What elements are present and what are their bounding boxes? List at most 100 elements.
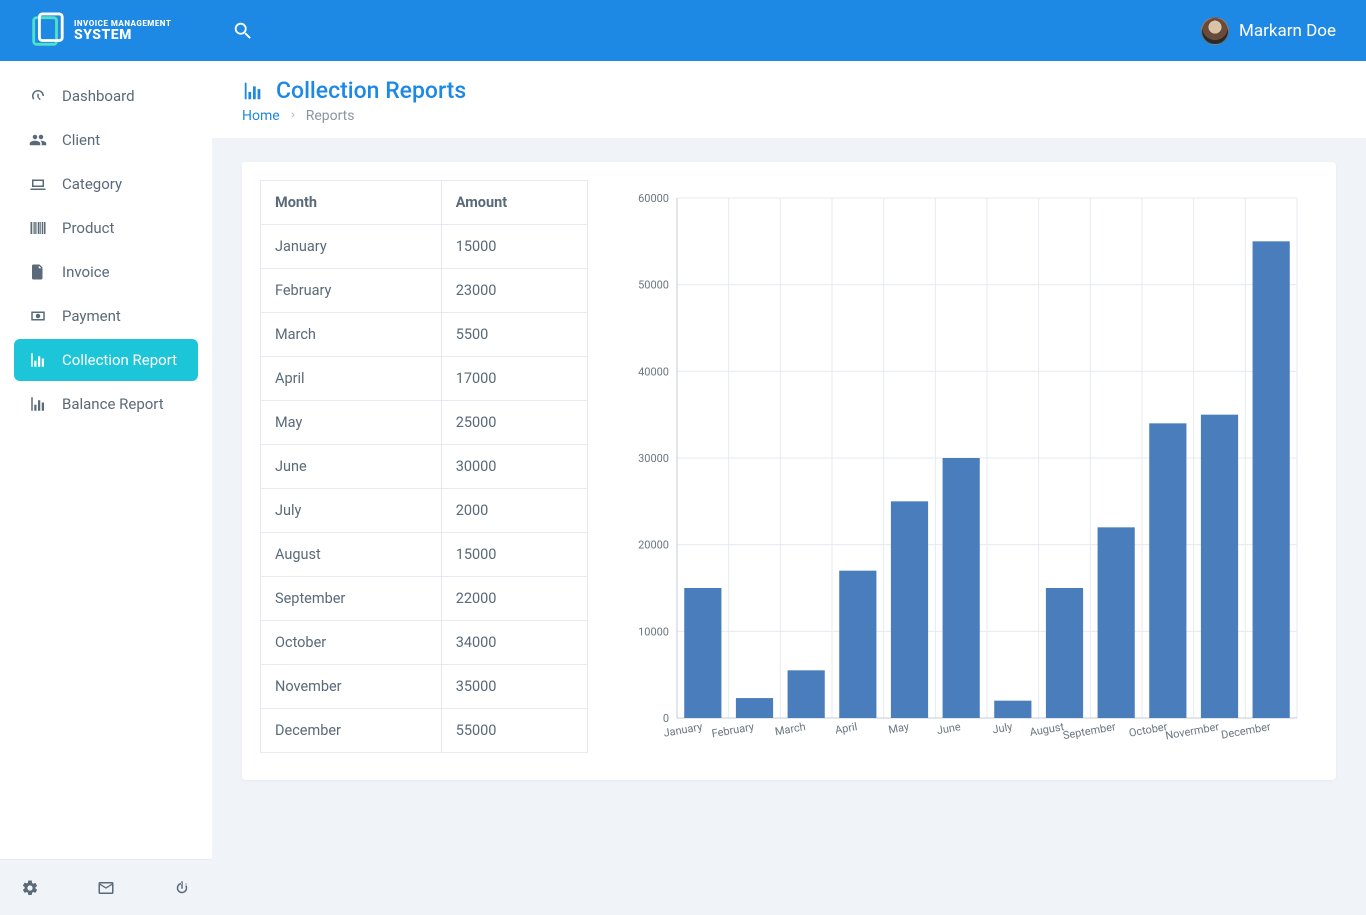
sidebar-item-collection-report[interactable]: Collection Report <box>14 339 198 381</box>
cell-month: August <box>261 533 442 577</box>
bar-december[interactable] <box>1253 241 1290 718</box>
sidebar: Dashboard Client Category Product Invoice Pay… <box>0 61 212 915</box>
settings-button[interactable] <box>20 878 40 898</box>
cell-amount: 35000 <box>441 665 587 709</box>
xlabel: April <box>834 720 858 737</box>
laptop-icon <box>28 174 48 194</box>
collection-table: Month Amount January15000February23000Ma… <box>260 180 588 753</box>
xlabel: May <box>887 720 910 737</box>
svg-text:50000: 50000 <box>638 279 669 292</box>
report-card: Month Amount January15000February23000Ma… <box>242 162 1336 780</box>
cell-month: September <box>261 577 442 621</box>
cell-month: November <box>261 665 442 709</box>
cell-amount: 55000 <box>441 709 587 753</box>
cell-month: February <box>261 269 442 313</box>
svg-text:10000: 10000 <box>638 625 669 638</box>
main-area: Month Amount January15000February23000Ma… <box>212 138 1366 804</box>
logo[interactable]: INVOICE MANAGEMENT SYSTEM <box>0 0 212 61</box>
cell-month: July <box>261 489 442 533</box>
table-row: August15000 <box>261 533 588 577</box>
bar-august[interactable] <box>1046 588 1083 718</box>
gear-icon <box>21 879 39 897</box>
power-button[interactable] <box>172 878 192 898</box>
search-button[interactable] <box>232 20 254 42</box>
power-icon <box>173 879 191 897</box>
barcode-icon <box>28 218 48 238</box>
avatar <box>1201 17 1229 45</box>
xlabel: September <box>1062 720 1117 742</box>
table-row: June30000 <box>261 445 588 489</box>
top-bar: INVOICE MANAGEMENT SYSTEM Markarn Doe <box>0 0 1366 61</box>
sidebar-item-balance-report[interactable]: Balance Report <box>14 383 198 425</box>
cell-month: June <box>261 445 442 489</box>
sidebar-item-payment[interactable]: Payment <box>14 295 198 337</box>
bar-september[interactable] <box>1098 527 1135 718</box>
xlabel: February <box>711 720 756 740</box>
cell-amount: 5500 <box>441 313 587 357</box>
sidebar-item-label: Invoice <box>62 263 110 281</box>
bar-may[interactable] <box>891 501 928 718</box>
xlabel: June <box>936 720 962 737</box>
cell-amount: 22000 <box>441 577 587 621</box>
sidebar-item-invoice[interactable]: Invoice <box>14 251 198 293</box>
table-row: September22000 <box>261 577 588 621</box>
xlabel: August <box>1029 720 1066 739</box>
table-row: February23000 <box>261 269 588 313</box>
mail-button[interactable] <box>96 878 116 898</box>
cell-month: December <box>261 709 442 753</box>
people-icon <box>28 130 48 150</box>
svg-text:20000: 20000 <box>638 539 669 552</box>
barchart-icon <box>28 394 48 414</box>
cell-month: May <box>261 401 442 445</box>
svg-text:40000: 40000 <box>638 365 669 378</box>
th-month: Month <box>261 181 442 225</box>
breadcrumb-home[interactable]: Home <box>242 108 280 124</box>
cell-amount: 30000 <box>441 445 587 489</box>
cell-amount: 25000 <box>441 401 587 445</box>
cell-month: January <box>261 225 442 269</box>
bar-january[interactable] <box>684 588 721 718</box>
svg-text:30000: 30000 <box>638 452 669 465</box>
money-icon <box>28 306 48 326</box>
cell-month: April <box>261 357 442 401</box>
bar-november[interactable] <box>1201 415 1238 718</box>
sidebar-item-label: Collection Report <box>62 351 177 369</box>
logo-icon <box>28 12 66 50</box>
xlabel: October <box>1128 720 1169 740</box>
sidebar-item-category[interactable]: Category <box>14 163 198 205</box>
table-row: December55000 <box>261 709 588 753</box>
table-wrap: Month Amount January15000February23000Ma… <box>260 180 588 762</box>
cell-amount: 2000 <box>441 489 587 533</box>
bar-october[interactable] <box>1149 423 1186 718</box>
table-row: May25000 <box>261 401 588 445</box>
cell-amount: 34000 <box>441 621 587 665</box>
bar-march[interactable] <box>788 670 825 718</box>
th-amount: Amount <box>441 181 587 225</box>
page-title: Collection Reports <box>276 77 466 104</box>
sidebar-item-dashboard[interactable]: Dashboard <box>14 75 198 117</box>
logo-text: INVOICE MANAGEMENT SYSTEM <box>74 20 171 42</box>
breadcrumb: Home Reports <box>242 108 1336 124</box>
sidebar-item-product[interactable]: Product <box>14 207 198 249</box>
chevron-right-icon <box>288 108 298 124</box>
user-name: Markarn Doe <box>1239 21 1336 41</box>
sidebar-item-label: Product <box>62 219 114 237</box>
cell-month: March <box>261 313 442 357</box>
sidebar-item-label: Payment <box>62 307 121 325</box>
xlabel: Novermber <box>1164 720 1220 742</box>
bar-june[interactable] <box>943 458 980 718</box>
sidebar-item-label: Category <box>62 175 122 193</box>
xlabel: July <box>991 720 1014 736</box>
gauge-icon <box>28 86 48 106</box>
sidebar-item-label: Dashboard <box>62 87 135 105</box>
bar-april[interactable] <box>839 571 876 718</box>
user-menu[interactable]: Markarn Doe <box>1201 17 1366 45</box>
cell-month: October <box>261 621 442 665</box>
bar-july[interactable] <box>994 701 1031 718</box>
collection-chart: 0100002000030000400005000060000JanuaryFe… <box>626 188 1308 758</box>
bar-february[interactable] <box>736 698 773 718</box>
sidebar-nav: Dashboard Client Category Product Invoice Pay… <box>0 61 212 859</box>
sidebar-item-client[interactable]: Client <box>14 119 198 161</box>
sidebar-item-label: Balance Report <box>62 395 164 413</box>
table-row: January15000 <box>261 225 588 269</box>
